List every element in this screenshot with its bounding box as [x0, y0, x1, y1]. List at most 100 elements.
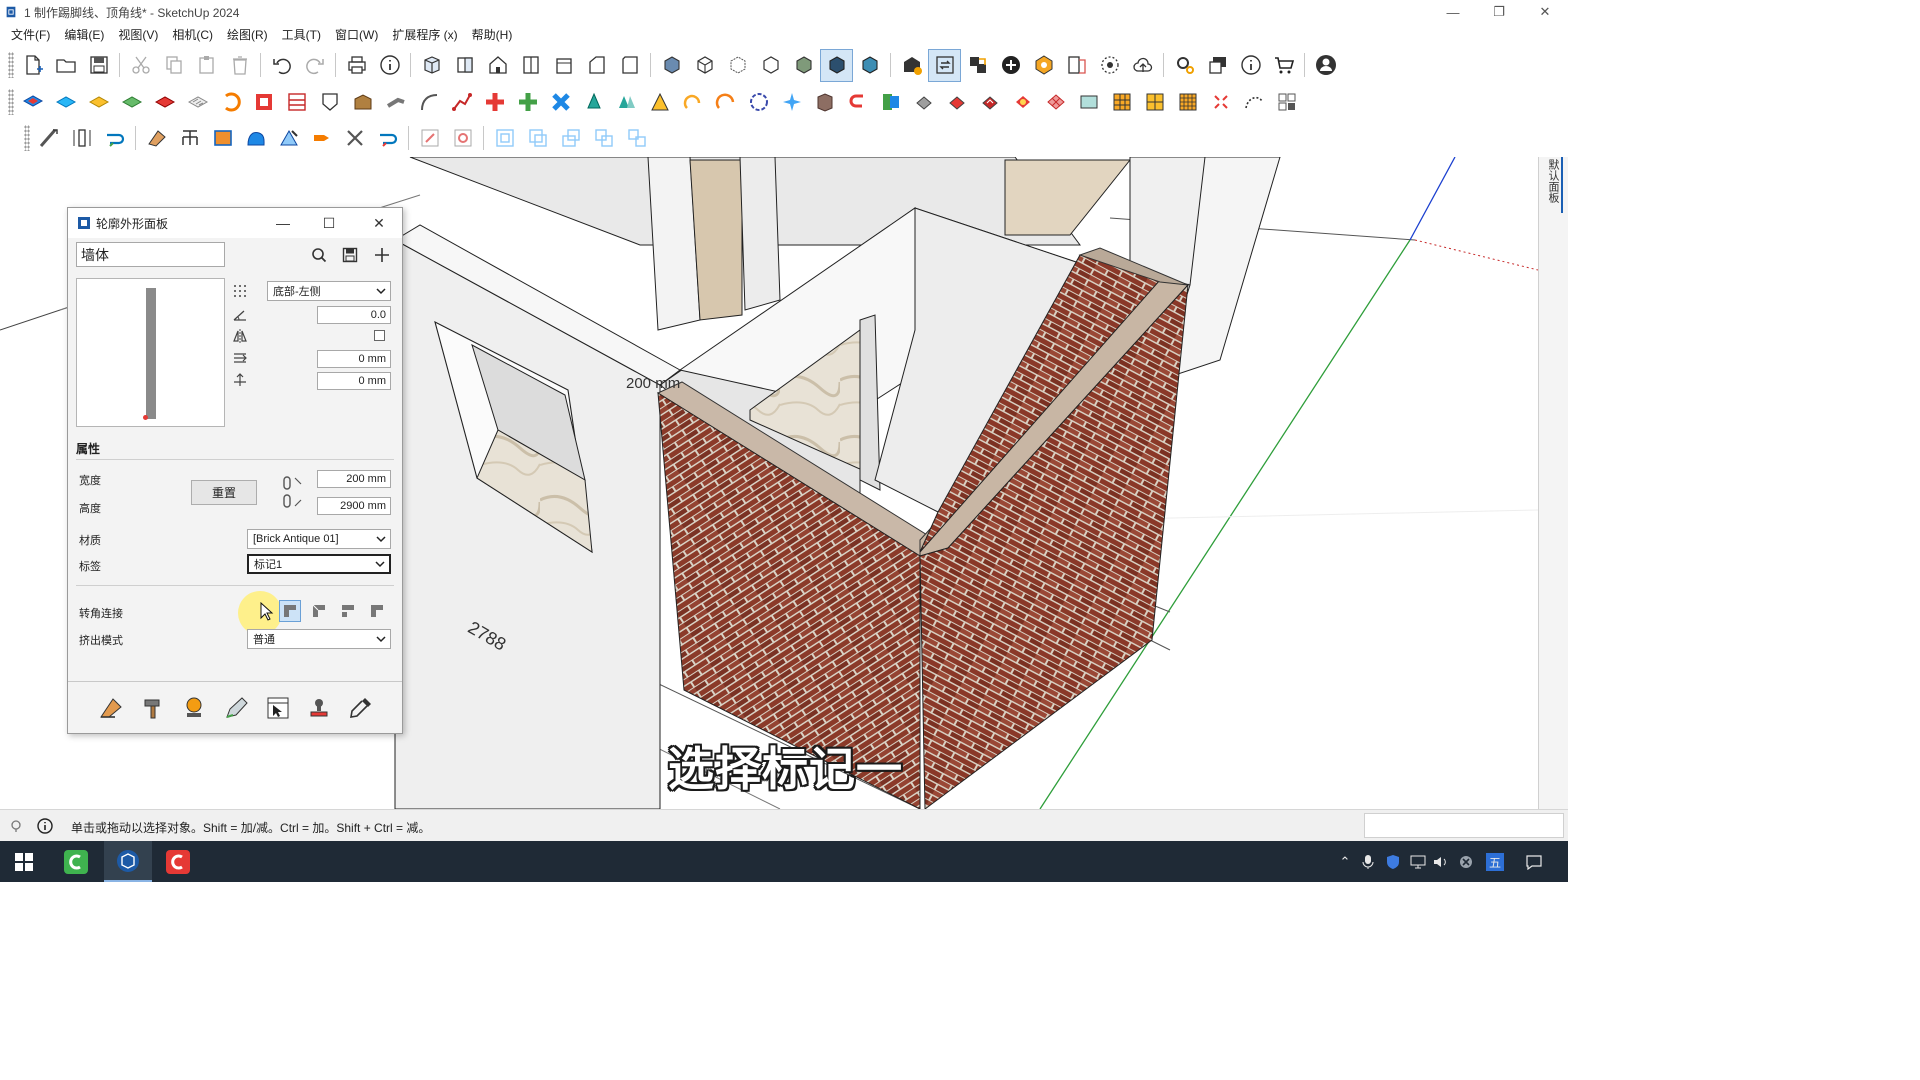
- maximize-button[interactable]: ❐: [1476, 0, 1522, 24]
- menu-extensions[interactable]: 扩展程序 (x): [385, 26, 464, 43]
- layer-red-icon[interactable]: [148, 86, 181, 119]
- microphone-icon[interactable]: [1359, 853, 1377, 871]
- select-region2-icon[interactable]: [446, 122, 479, 155]
- toolbar-grip[interactable]: [24, 125, 30, 151]
- camtasia-green-icon[interactable]: [52, 841, 100, 882]
- corner-join-miter-button[interactable]: [279, 600, 301, 622]
- add-location-icon[interactable]: [994, 49, 1027, 82]
- profile-name-input[interactable]: 墙体: [76, 242, 225, 267]
- top-view-icon[interactable]: [448, 49, 481, 82]
- wireframe-style-icon[interactable]: [721, 49, 754, 82]
- menu-help[interactable]: 帮助(H): [465, 26, 520, 43]
- account-icon[interactable]: [1309, 49, 1342, 82]
- menu-file[interactable]: 文件(F): [4, 26, 57, 43]
- extrude-mode-select[interactable]: 普通: [247, 629, 391, 649]
- cloud-upload-icon[interactable]: [1126, 49, 1159, 82]
- info-icon[interactable]: [1234, 49, 1267, 82]
- paint-profile-icon[interactable]: [96, 693, 126, 723]
- corner-join-bevel-button[interactable]: [308, 600, 330, 622]
- tree-assembly-icon[interactable]: [173, 122, 206, 155]
- mirror-checkbox[interactable]: [374, 330, 385, 341]
- component-b-icon[interactable]: [521, 122, 554, 155]
- link-chain-icon[interactable]: [281, 474, 303, 510]
- geo-location-icon[interactable]: [1027, 49, 1060, 82]
- hatch-b-icon[interactable]: [1138, 86, 1171, 119]
- paste-icon[interactable]: [190, 49, 223, 82]
- hatch-a-icon[interactable]: [1105, 86, 1138, 119]
- tray-chevron-up-icon[interactable]: ⌃: [1336, 853, 1354, 871]
- box-orange-icon[interactable]: [206, 122, 239, 155]
- explode-icon[interactable]: [1204, 86, 1237, 119]
- volume-icon[interactable]: [1432, 853, 1450, 871]
- profile-builder-icon[interactable]: [65, 122, 98, 155]
- sketchup-taskbar-icon[interactable]: [104, 841, 152, 882]
- curve-dots-icon[interactable]: [1237, 86, 1270, 119]
- frame-teal-icon[interactable]: [1072, 86, 1105, 119]
- shape-pen-icon[interactable]: [272, 122, 305, 155]
- red-lines-icon[interactable]: [280, 86, 313, 119]
- toolbar-grip[interactable]: [8, 52, 14, 78]
- iso-view-icon[interactable]: [415, 49, 448, 82]
- arc2-icon[interactable]: [709, 86, 742, 119]
- undo-red-icon[interactable]: [841, 86, 874, 119]
- close-button[interactable]: ✕: [1522, 0, 1568, 24]
- select-tool-icon[interactable]: [263, 693, 293, 723]
- layer-cyan-icon[interactable]: [49, 86, 82, 119]
- cross-green-icon[interactable]: [511, 86, 544, 119]
- instructor-info-icon[interactable]: [37, 818, 53, 837]
- right-view-icon[interactable]: [514, 49, 547, 82]
- store-cart-icon[interactable]: [1267, 49, 1300, 82]
- menu-edit[interactable]: 编辑(E): [57, 26, 111, 43]
- cone-double-icon[interactable]: [610, 86, 643, 119]
- grid-red-icon[interactable]: [1039, 86, 1072, 119]
- delete-icon[interactable]: [223, 49, 256, 82]
- shape-blue-icon[interactable]: [239, 122, 272, 155]
- shaded-style-icon[interactable]: [787, 49, 820, 82]
- cube-brown-icon[interactable]: [808, 86, 841, 119]
- add-icon[interactable]: [373, 246, 391, 264]
- open-folder-icon[interactable]: [49, 49, 82, 82]
- minimize-button[interactable]: —: [1430, 0, 1476, 24]
- pipe-icon[interactable]: [379, 86, 412, 119]
- default-tray-tab[interactable]: 默认面板: [1545, 157, 1563, 213]
- extension-exchange-icon[interactable]: [928, 48, 961, 82]
- menu-tools[interactable]: 工具(T): [275, 26, 328, 43]
- shape-orange-arrow-icon[interactable]: [305, 122, 338, 155]
- extension-settings-icon[interactable]: [1168, 49, 1201, 82]
- network-icon[interactable]: [1409, 853, 1427, 871]
- undo-icon[interactable]: [265, 49, 298, 82]
- copy-icon[interactable]: [157, 49, 190, 82]
- cross-blue-icon[interactable]: [544, 86, 577, 119]
- panel-maximize-button[interactable]: ☐: [306, 208, 352, 238]
- corner-join-overlap-button[interactable]: [366, 600, 388, 622]
- xray-style-icon[interactable]: [655, 49, 688, 82]
- panel-titlebar[interactable]: 轮廓外形面板 — ☐ ✕: [68, 208, 402, 238]
- join-icon[interactable]: [874, 86, 907, 119]
- curve-icon[interactable]: [412, 86, 445, 119]
- photo-texture-icon[interactable]: [1060, 49, 1093, 82]
- layout-icon[interactable]: [1201, 49, 1234, 82]
- hatch-c-icon[interactable]: [1171, 86, 1204, 119]
- panel-minimize-button[interactable]: —: [260, 208, 306, 238]
- component-d-icon[interactable]: [587, 122, 620, 155]
- menu-view[interactable]: 视图(V): [111, 26, 165, 43]
- stamp-icon[interactable]: [179, 693, 209, 723]
- camtasia-red-icon[interactable]: [154, 841, 202, 882]
- rotate-orange-icon[interactable]: [214, 86, 247, 119]
- notification-icon[interactable]: [1525, 853, 1543, 871]
- layer-yellow-icon[interactable]: [82, 86, 115, 119]
- corner-join-butt-button[interactable]: [337, 600, 359, 622]
- offset-x-input[interactable]: 0 mm: [317, 350, 391, 368]
- back-view-icon[interactable]: [547, 49, 580, 82]
- select-region-icon[interactable]: [413, 122, 446, 155]
- model-info-icon[interactable]: [373, 49, 406, 82]
- intersect-icon[interactable]: [338, 122, 371, 155]
- box-frame-icon[interactable]: [346, 86, 379, 119]
- print-icon[interactable]: [340, 49, 373, 82]
- bottom-view-icon[interactable]: [613, 49, 646, 82]
- warehouse-icon[interactable]: [895, 49, 928, 82]
- cone-icon[interactable]: [577, 86, 610, 119]
- layer-green-icon[interactable]: [115, 86, 148, 119]
- arc-icon[interactable]: [676, 86, 709, 119]
- scan-icon[interactable]: [1093, 49, 1126, 82]
